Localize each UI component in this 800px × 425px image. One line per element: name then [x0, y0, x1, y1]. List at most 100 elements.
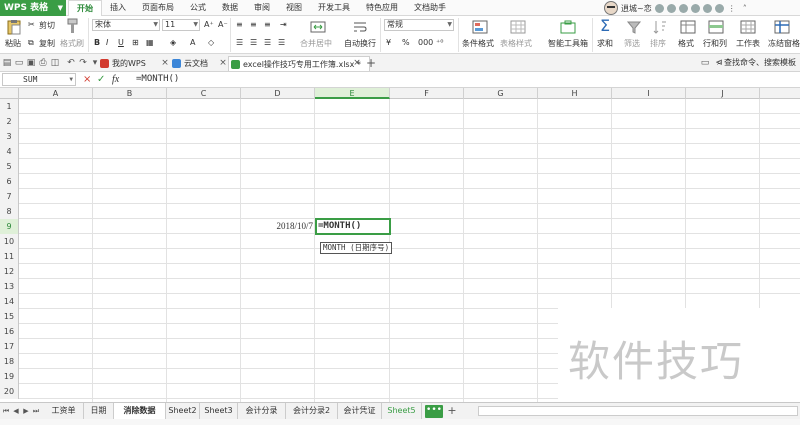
share-icon[interactable]	[714, 3, 724, 13]
window-icon[interactable]: ▭	[700, 58, 710, 68]
doc-tab-workbook[interactable]: excel操作技巧专用工作簿.xlsx *	[228, 56, 370, 71]
paste-button[interactable]: 粘贴	[5, 38, 21, 49]
tab-view[interactable]: 视图	[278, 0, 310, 16]
row-header[interactable]: 20	[0, 384, 19, 399]
add-sheet-button[interactable]: +	[446, 404, 458, 418]
select-all-corner[interactable]	[0, 88, 19, 99]
format-icon[interactable]	[680, 19, 696, 35]
align-left-icon[interactable]: ☰	[236, 38, 243, 47]
merge-center-icon[interactable]	[310, 19, 326, 35]
sort-button[interactable]: 排序	[650, 38, 666, 49]
italic-button[interactable]: I	[106, 38, 108, 47]
prev-sheet-icon[interactable]: ◀	[12, 406, 20, 416]
row-header[interactable]: 2	[0, 114, 19, 129]
align-bottom-icon[interactable]: ≡	[264, 20, 271, 29]
sum-icon[interactable]: Σ	[600, 16, 610, 35]
worksheet-icon[interactable]	[740, 19, 756, 35]
formula-input[interactable]: =MONTH()	[136, 73, 796, 86]
align-middle-icon[interactable]: ≡	[250, 20, 257, 29]
tab-formulas[interactable]: 公式	[182, 0, 214, 16]
font-color-icon[interactable]: A	[190, 38, 195, 47]
format-painter-icon[interactable]	[64, 18, 80, 34]
row-header[interactable]: 12	[0, 264, 19, 279]
row-header[interactable]: 14	[0, 294, 19, 309]
redo-icon[interactable]: ↷	[78, 58, 88, 68]
merge-center-button[interactable]: 合并居中	[300, 38, 332, 49]
row-header[interactable]: 1	[0, 99, 19, 114]
sheet-tab[interactable]: 消除数据	[114, 403, 166, 419]
cell-style-icon[interactable]: ▦	[146, 38, 154, 47]
column-header-j[interactable]: J	[686, 88, 760, 99]
doc-tab-cloud[interactable]: 云文档	[170, 56, 208, 71]
fill-color-icon[interactable]: ◈	[170, 38, 176, 47]
row-header[interactable]: 13	[0, 279, 19, 294]
format-button[interactable]: 格式	[678, 38, 694, 49]
tab-developer[interactable]: 开发工具	[310, 0, 358, 16]
insert-function-icon[interactable]: fx	[112, 73, 119, 86]
thousands-icon[interactable]: 000	[418, 38, 433, 47]
row-header[interactable]: 10	[0, 234, 19, 249]
border-icon[interactable]: ⊞	[132, 38, 139, 47]
tab-review[interactable]: 审阅	[246, 0, 278, 16]
last-sheet-icon[interactable]: ⏭	[32, 406, 40, 416]
tab-data[interactable]: 数据	[214, 0, 246, 16]
column-header-i[interactable]: I	[612, 88, 686, 99]
increase-decimal-icon[interactable]: ⁺⁰	[436, 38, 443, 47]
tab-doc-assistant[interactable]: 文档助手	[406, 0, 454, 16]
cell-d9-date[interactable]: 2018/10/7	[241, 219, 315, 234]
open-folder-icon[interactable]: ▭	[14, 58, 24, 68]
row-header[interactable]: 5	[0, 159, 19, 174]
align-right-icon[interactable]: ☰	[264, 38, 271, 47]
cancel-icon[interactable]: ×	[83, 73, 91, 86]
doc-tab-mywps[interactable]: 我的WPS	[98, 56, 146, 71]
table-style-icon[interactable]	[510, 19, 526, 35]
print-preview-icon[interactable]: ◫	[50, 58, 60, 68]
help-icon[interactable]	[678, 3, 688, 13]
cut-button[interactable]: 剪切	[39, 20, 55, 31]
row-header[interactable]: 11	[0, 249, 19, 264]
sheet-tab[interactable]: 会计凭证	[338, 403, 382, 419]
notification-icon[interactable]	[690, 3, 700, 13]
format-painter-button[interactable]: 格式刷	[60, 38, 84, 49]
column-header-h[interactable]: H	[538, 88, 612, 99]
active-cell-e9[interactable]: =MONTH()	[315, 218, 391, 235]
avatar[interactable]	[604, 1, 618, 15]
conditional-format-icon[interactable]	[472, 19, 488, 35]
app-menu-button[interactable]: WPS 表格 ▼	[0, 0, 66, 16]
font-name-select[interactable]: 宋体 ▼	[92, 19, 160, 31]
number-format-select[interactable]: 常规 ▼	[384, 19, 454, 31]
function-tooltip[interactable]: MONTH (日期序号)	[320, 242, 393, 254]
worksheet-button[interactable]: 工作表	[736, 38, 760, 49]
filter-icon[interactable]	[626, 19, 642, 35]
chevron-up-icon[interactable]: ˄	[740, 4, 750, 13]
paste-icon[interactable]	[6, 19, 22, 35]
close-icon[interactable]: ×	[218, 58, 228, 68]
freeze-panes-button[interactable]: 冻结窗格	[768, 38, 800, 49]
tab-page-layout[interactable]: 页面布局	[134, 0, 182, 16]
column-header-b[interactable]: B	[93, 88, 167, 99]
grow-font-icon[interactable]: A⁺	[204, 20, 214, 29]
row-header[interactable]: 8	[0, 204, 19, 219]
table-style-button[interactable]: 表格样式	[500, 38, 532, 49]
column-header-e[interactable]: E	[315, 88, 390, 99]
justify-icon[interactable]: ☰	[278, 38, 285, 47]
sheet-tab[interactable]: 日期	[84, 403, 114, 419]
more-icon[interactable]: ⋮	[727, 4, 737, 13]
sheet-tab[interactable]: Sheet5	[382, 403, 422, 419]
sheet-tab[interactable]: 会计分录	[238, 403, 286, 419]
settings-icon[interactable]	[702, 3, 712, 13]
smart-toolbox-icon[interactable]	[560, 19, 576, 35]
wrap-text-button[interactable]: 自动换行	[344, 38, 376, 49]
sort-icon[interactable]	[652, 19, 668, 35]
name-box[interactable]: SUM ▼	[2, 73, 76, 86]
row-header[interactable]: 15	[0, 309, 19, 324]
tab-insert[interactable]: 插入	[102, 0, 134, 16]
align-top-icon[interactable]: ≡	[236, 20, 243, 29]
row-header[interactable]: 4	[0, 144, 19, 159]
align-center-icon[interactable]: ☰	[250, 38, 257, 47]
freeze-panes-icon[interactable]	[774, 19, 790, 35]
next-sheet-icon[interactable]: ▶	[22, 406, 30, 416]
wrap-text-icon[interactable]	[352, 19, 368, 35]
tab-home[interactable]: 开始	[68, 0, 102, 17]
confirm-icon[interactable]: ✓	[97, 73, 105, 86]
